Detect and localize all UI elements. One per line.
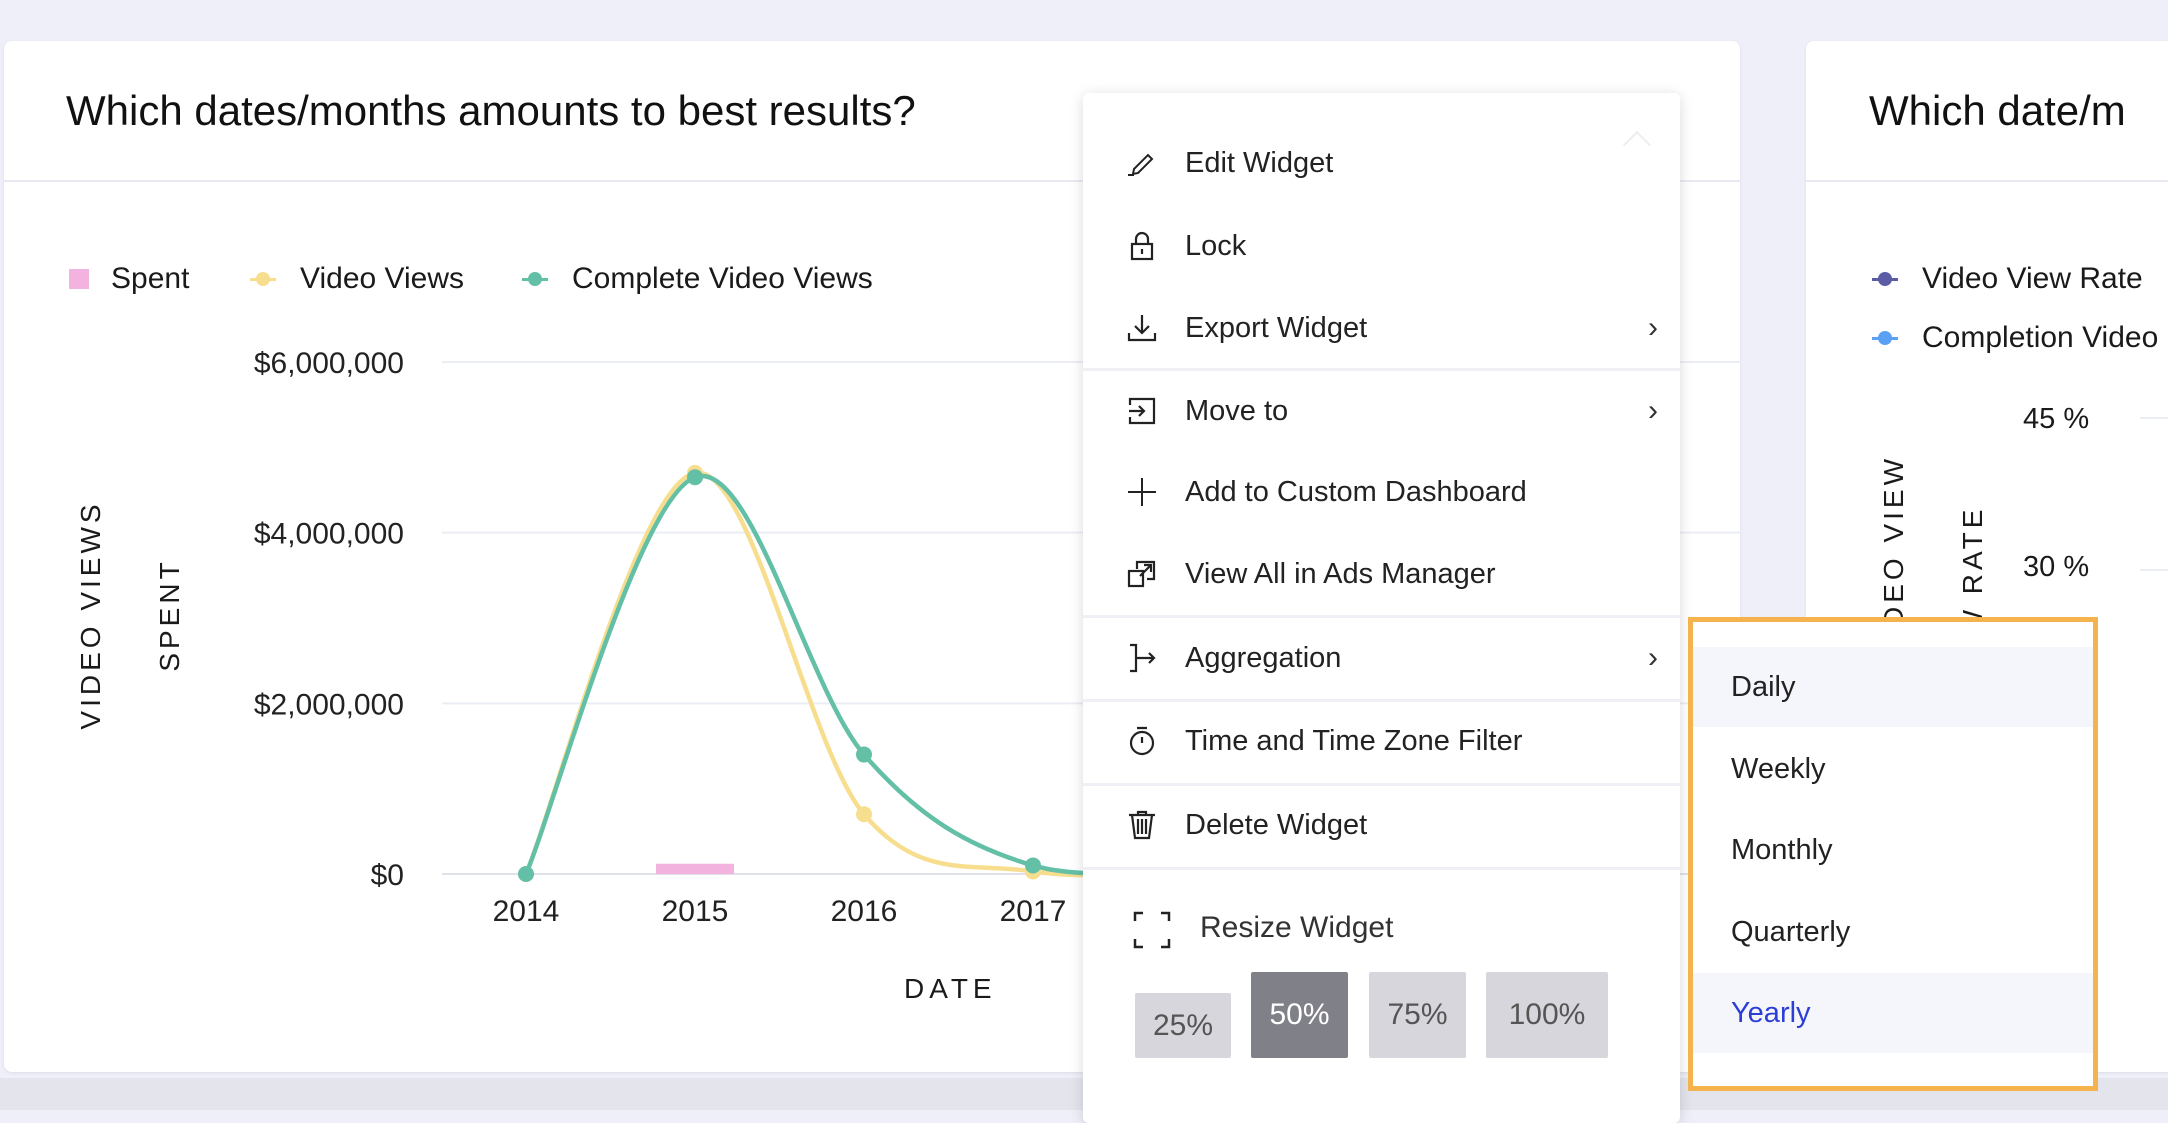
legend-item-video-view-rate[interactable]: Video View Rate: [1872, 262, 2143, 296]
x-tick-label: 2014: [493, 895, 560, 928]
menu-item-delete-widget[interactable]: Delete Widget: [1083, 785, 1680, 865]
data-point: [687, 469, 703, 486]
y-tick-label: $2,000,000: [254, 688, 404, 721]
data-point: [856, 746, 872, 763]
aggregation-option-daily[interactable]: Daily: [1693, 647, 2093, 727]
y-tick-label: $6,000,000: [254, 347, 404, 380]
legend-label: Completion Video: [1922, 321, 2159, 354]
data-point: [518, 866, 534, 882]
menu-item-label: Aggregation: [1185, 641, 1342, 674]
menu-item-edit-widget[interactable]: Edit Widget: [1083, 123, 1680, 203]
x-tick-label: 2016: [831, 895, 898, 928]
resize-75-button[interactable]: 75%: [1369, 972, 1466, 1058]
widget-context-menu: Edit Widget Lock Export Widget › Move to ›…: [1083, 93, 1680, 1123]
aggregation-option-monthly[interactable]: Monthly: [1693, 810, 2093, 890]
divider: [1083, 867, 1680, 870]
menu-item-add-to-custom-dashboard[interactable]: Add to Custom Dashboard: [1083, 452, 1680, 532]
x-tick-label: 2017: [1000, 895, 1067, 928]
gridline: [2140, 569, 2168, 571]
move-to-icon: [1125, 394, 1159, 428]
legend-item-completion-video[interactable]: Completion Video: [1872, 321, 2158, 355]
resize-25-button[interactable]: 25%: [1135, 993, 1231, 1058]
menu-item-aggregation[interactable]: Aggregation ›: [1083, 618, 1680, 698]
lock-icon: [1125, 229, 1159, 263]
bar-spent: [656, 863, 734, 874]
menu-item-label: Move to: [1185, 394, 1289, 427]
chevron-right-icon: ›: [1648, 394, 1658, 427]
data-point: [856, 806, 872, 823]
resize-icon: [1133, 911, 1171, 949]
menu-item-move-to[interactable]: Move to ›: [1083, 371, 1680, 451]
menu-item-label: Add to Custom Dashboard: [1185, 475, 1527, 508]
y-tick-label: 45 %: [2023, 403, 2090, 435]
trash-icon: [1125, 808, 1159, 842]
dot-line-icon: [1872, 271, 1898, 287]
data-point: [1025, 857, 1041, 874]
menu-item-time-zone-filter[interactable]: Time and Time Zone Filter: [1083, 701, 1680, 781]
external-link-icon: [1125, 557, 1159, 591]
menu-item-view-all-in-ads-manager[interactable]: View All in Ads Manager: [1083, 534, 1680, 614]
dot-line-icon: [1872, 330, 1898, 346]
legend-label: Video View Rate: [1922, 262, 2143, 295]
x-tick-label: 2015: [662, 895, 729, 928]
menu-item-label: Export Widget: [1185, 311, 1368, 344]
menu-item-label: Lock: [1185, 229, 1247, 262]
pencil-icon: [1125, 146, 1159, 180]
stopwatch-icon: [1125, 724, 1159, 758]
chevron-right-icon: ›: [1648, 311, 1658, 344]
menu-item-label: Delete Widget: [1185, 808, 1368, 841]
plus-icon: [1125, 475, 1159, 509]
menu-item-label: Time and Time Zone Filter: [1185, 724, 1523, 757]
resize-widget-label: Resize Widget: [1200, 911, 1394, 944]
aggregation-icon: [1125, 641, 1159, 675]
y-tick-label: 30 %: [2023, 551, 2090, 583]
menu-item-label: Edit Widget: [1185, 146, 1334, 179]
gridline: [2140, 417, 2168, 419]
aggregation-option-weekly[interactable]: Weekly: [1693, 729, 2093, 809]
resize-50-button[interactable]: 50%: [1251, 972, 1348, 1058]
y-tick-label: $4,000,000: [254, 518, 404, 551]
widget-title: Which date/m: [1869, 87, 2126, 134]
menu-item-export-widget[interactable]: Export Widget ›: [1083, 288, 1680, 368]
divider: [1806, 180, 2168, 182]
aggregation-submenu: Daily Weekly Monthly Quarterly Yearly: [1688, 617, 2098, 1091]
menu-item-lock[interactable]: Lock: [1083, 206, 1680, 286]
aggregation-option-yearly[interactable]: Yearly: [1693, 973, 2093, 1053]
y-axis-title: DEO VIEW: [1878, 454, 1909, 628]
download-icon: [1125, 311, 1159, 345]
menu-item-label: View All in Ads Manager: [1185, 557, 1496, 590]
resize-100-button[interactable]: 100%: [1486, 972, 1608, 1058]
y-tick-label: $0: [371, 859, 404, 892]
chevron-right-icon: ›: [1648, 641, 1658, 674]
aggregation-option-quarterly[interactable]: Quarterly: [1693, 892, 2093, 972]
